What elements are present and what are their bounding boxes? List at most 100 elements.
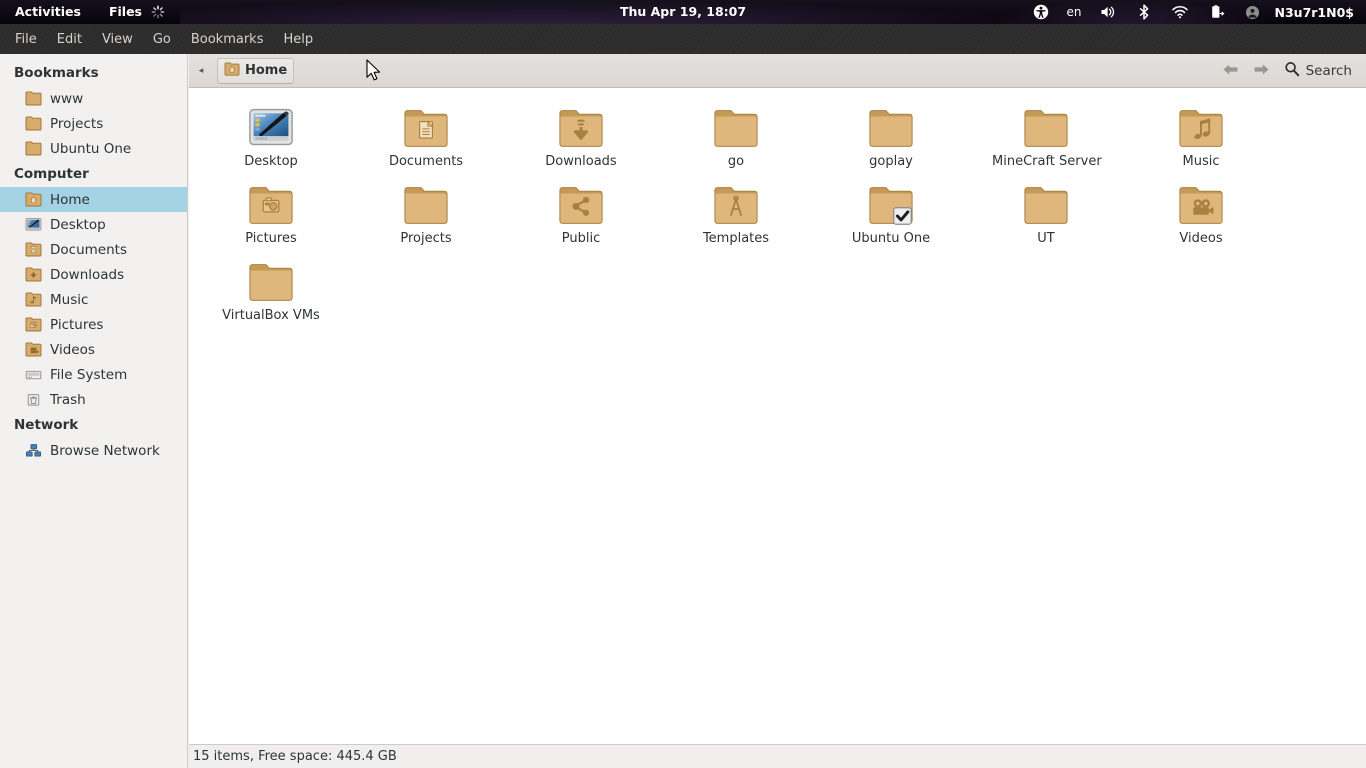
file-item[interactable]: Desktop [217,98,325,169]
back-arrow-icon[interactable] [1218,63,1243,79]
file-name-label: VirtualBox VMs [222,308,320,323]
folder-icon [24,116,42,132]
app-menu-button[interactable]: Files [90,0,174,24]
sidebar-item-trash[interactable]: Trash [0,387,187,412]
menu-bookmarks[interactable]: Bookmarks [182,30,273,49]
sidebar-item-file-system[interactable]: File System [0,362,187,387]
videos-folder-icon [1147,175,1255,227]
breadcrumb-home[interactable]: Home [217,57,295,84]
sidebar-item-browse-network[interactable]: Browse Network [0,438,187,463]
file-item[interactable]: goplay [837,98,945,169]
ubuntuone-folder-icon [837,175,945,227]
menu-file[interactable]: File [6,30,46,49]
path-bar: ◂ Home [189,54,295,88]
file-name-label: Downloads [545,154,617,169]
file-item[interactable]: Downloads [527,98,635,169]
path-scroll-left-icon[interactable]: ◂ [193,66,209,76]
sidebar-item-ubuntu-one[interactable]: Ubuntu One [0,136,187,161]
sidebar-section-network: Network [14,417,79,433]
file-item[interactable]: Pictures [217,175,325,246]
folder-icon [24,91,42,107]
sidebar-item-label: Music [50,291,89,308]
home-folder-icon [224,61,240,80]
menu-go[interactable]: Go [144,30,180,49]
file-item[interactable]: Templates [682,175,790,246]
search-label: Search [1305,63,1352,79]
file-name-label: Videos [1179,231,1223,246]
gnome-top-bar: Activities Files Thu Apr 19, 18:07 en N3… [0,0,1366,24]
documents-folder-icon [24,242,42,258]
pictures-folder-icon [217,175,325,227]
file-item[interactable]: MineCraft Server [992,98,1102,169]
sidebar-item-label: Ubuntu One [50,140,132,157]
file-name-label: Public [561,231,601,246]
breadcrumb-label: Home [245,63,288,78]
activities-button[interactable]: Activities [6,0,90,24]
file-item[interactable]: Projects [372,175,480,246]
file-item[interactable]: VirtualBox VMs [217,252,325,323]
status-bar: 15 items, Free space: 445.4 GB [189,744,1366,768]
bluetooth-icon[interactable] [1127,0,1161,24]
plain-folder-icon [372,175,480,227]
file-item[interactable]: Ubuntu One [837,175,945,246]
music-folder-icon [1147,98,1255,150]
sidebar-item-label: Videos [50,341,95,358]
downloads-folder-icon [527,98,635,150]
user-name-label[interactable]: N3u7r1N0$ [1270,5,1358,20]
sidebar-item-pictures[interactable]: Pictures [0,312,187,337]
search-button[interactable]: Search [1280,61,1356,81]
file-name-label: Pictures [245,231,297,246]
sidebar-item-label: File System [50,366,128,383]
menu-view[interactable]: View [93,30,142,49]
system-status-area: en N3u7r1N0$ [1023,0,1366,24]
plain-folder-icon [837,98,945,150]
wifi-icon[interactable] [1161,0,1199,24]
volume-icon[interactable] [1090,0,1127,24]
home-folder-icon [24,192,42,208]
sidebar-item-label: www [50,90,84,107]
file-item[interactable]: Videos [1147,175,1255,246]
keyboard-layout-indicator[interactable]: en [1059,5,1090,19]
file-name-label: Ubuntu One [851,231,931,246]
file-item[interactable]: go [682,98,790,169]
sidebar-item-music[interactable]: Music [0,287,187,312]
file-item[interactable]: Public [527,175,635,246]
sidebar-item-downloads[interactable]: Downloads [0,262,187,287]
pictures-folder-icon [24,317,42,333]
sidebar-item-label: Browse Network [50,442,160,459]
sidebar-item-label: Desktop [50,216,106,233]
menu-bar: File Edit View Go Bookmarks Help [0,24,1366,54]
file-name-label: Desktop [244,154,298,169]
file-name-label: goplay [869,154,913,169]
file-name-label: Documents [388,154,464,169]
file-name-label: go [727,154,745,169]
user-status-icon[interactable] [1235,0,1270,24]
sidebar-item-www[interactable]: www [0,86,187,111]
battery-icon[interactable] [1199,0,1235,24]
toolbar-right-group: Search [1218,54,1356,88]
forward-arrow-icon[interactable] [1249,63,1274,79]
file-name-label: Templates [702,231,770,246]
sidebar-item-label: Home [50,191,90,208]
menu-edit[interactable]: Edit [48,30,91,49]
desktop-folder-icon [217,98,325,150]
accessibility-icon[interactable] [1023,0,1059,24]
plain-folder-icon [682,98,790,150]
file-browser-pane: ◂ Home Search Desktop Documents Download… [189,54,1366,768]
sidebar-item-label: Documents [50,241,127,258]
location-toolbar: ◂ Home Search [189,54,1366,88]
file-item[interactable]: Documents [372,98,480,169]
sidebar-item-documents[interactable]: Documents [0,237,187,262]
sidebar-item-videos[interactable]: Videos [0,337,187,362]
menu-help[interactable]: Help [274,30,322,49]
file-icon-grid: Desktop Documents Downloads go goplay MineCra… [189,88,1366,744]
sidebar-item-home[interactable]: Home [0,187,187,212]
plain-folder-icon [217,252,325,304]
sidebar-item-projects[interactable]: Projects [0,111,187,136]
file-item[interactable]: Music [1147,98,1255,169]
plain-folder-icon [992,98,1100,150]
sidebar-item-desktop[interactable]: Desktop [0,212,187,237]
file-item[interactable]: UT [992,175,1100,246]
places-sidebar: Bookmarks www Projects Ubuntu One Computer Ho… [0,54,188,768]
file-name-label: MineCraft Server [992,154,1102,169]
